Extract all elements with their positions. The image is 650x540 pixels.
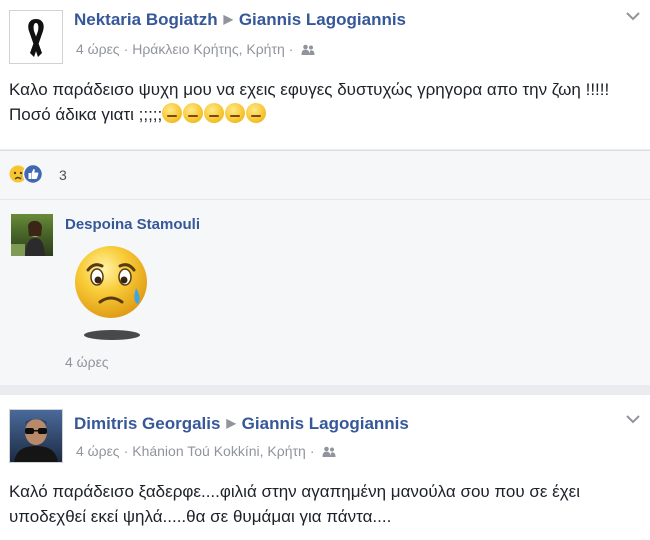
post-meta: 4 ώρες · Ηράκλειο Κρήτης, Κρήτη · [76,41,315,57]
tears-of-joy-emoji-icon [225,103,246,123]
reaction-count[interactable]: 3 [59,167,67,183]
target-name[interactable]: Giannis Lagogiannis [239,10,406,29]
post-meta: 4 ώρες · Khánion Toú Kokkíni, Κρήτη · [76,443,336,459]
post-text-content: Καλο παράδεισο ψυχη μου να εχεις εφυγες … [9,80,610,124]
post-header: Dimitris Georgalis ▶ Giannis Lagogiannis [74,414,409,434]
reaction-bar: 3 [0,150,650,199]
like-reaction-icon [23,164,43,184]
chevron-down-icon[interactable] [626,8,640,26]
post-time[interactable]: 4 ώρες [76,443,120,459]
arrow-right-icon: ▶ [226,416,236,430]
comment: Despoina Stamouli 4 ώρες [0,199,650,385]
post-card: Nektaria Bogiatzh ▶ Giannis Lagogiannis 4 … [0,0,650,149]
tears-of-joy-emoji-icon [204,103,225,123]
author-name[interactable]: Dimitris Georgalis [74,414,220,433]
author-avatar[interactable] [9,10,63,64]
target-name[interactable]: Giannis Lagogiannis [242,414,409,433]
crying-emoji-sticker [70,244,154,344]
friends-icon [297,41,315,57]
chevron-down-icon[interactable] [626,411,640,429]
comment-time[interactable]: 4 ώρες [65,354,109,370]
post-header: Nektaria Bogiatzh ▶ Giannis Lagogiannis [74,10,406,30]
commenter-avatar[interactable] [11,214,53,256]
relieved-emoji-icon [162,103,183,123]
commenter-name[interactable]: Despoina Stamouli [65,216,200,233]
post-text: Καλο παράδεισο ψυχη μου να εχεις εφυγες … [9,77,634,127]
emoji-sequence [162,103,267,124]
post-time[interactable]: 4 ώρες [76,41,120,57]
post-card: Dimitris Georgalis ▶ Giannis Lagogiannis 4… [0,395,650,540]
commenter-photo [11,220,45,256]
author-name[interactable]: Nektaria Bogiatzh [74,10,218,29]
post-text: Καλό παράδεισο ξαδερφε....φιλιά στην αγα… [9,482,581,526]
author-photo [14,419,58,462]
black-ribbon-icon [28,19,44,57]
arrow-right-icon: ▶ [223,12,233,26]
post-location[interactable]: Ηράκλειο Κρήτης, Κρήτη [132,41,285,57]
post-location[interactable]: Khánion Toú Kokkíni, Κρήτη [132,443,306,459]
relieved-emoji-icon [183,103,204,123]
author-avatar[interactable] [9,409,63,463]
friends-icon [318,443,336,459]
tears-of-joy-emoji-icon [246,103,267,123]
